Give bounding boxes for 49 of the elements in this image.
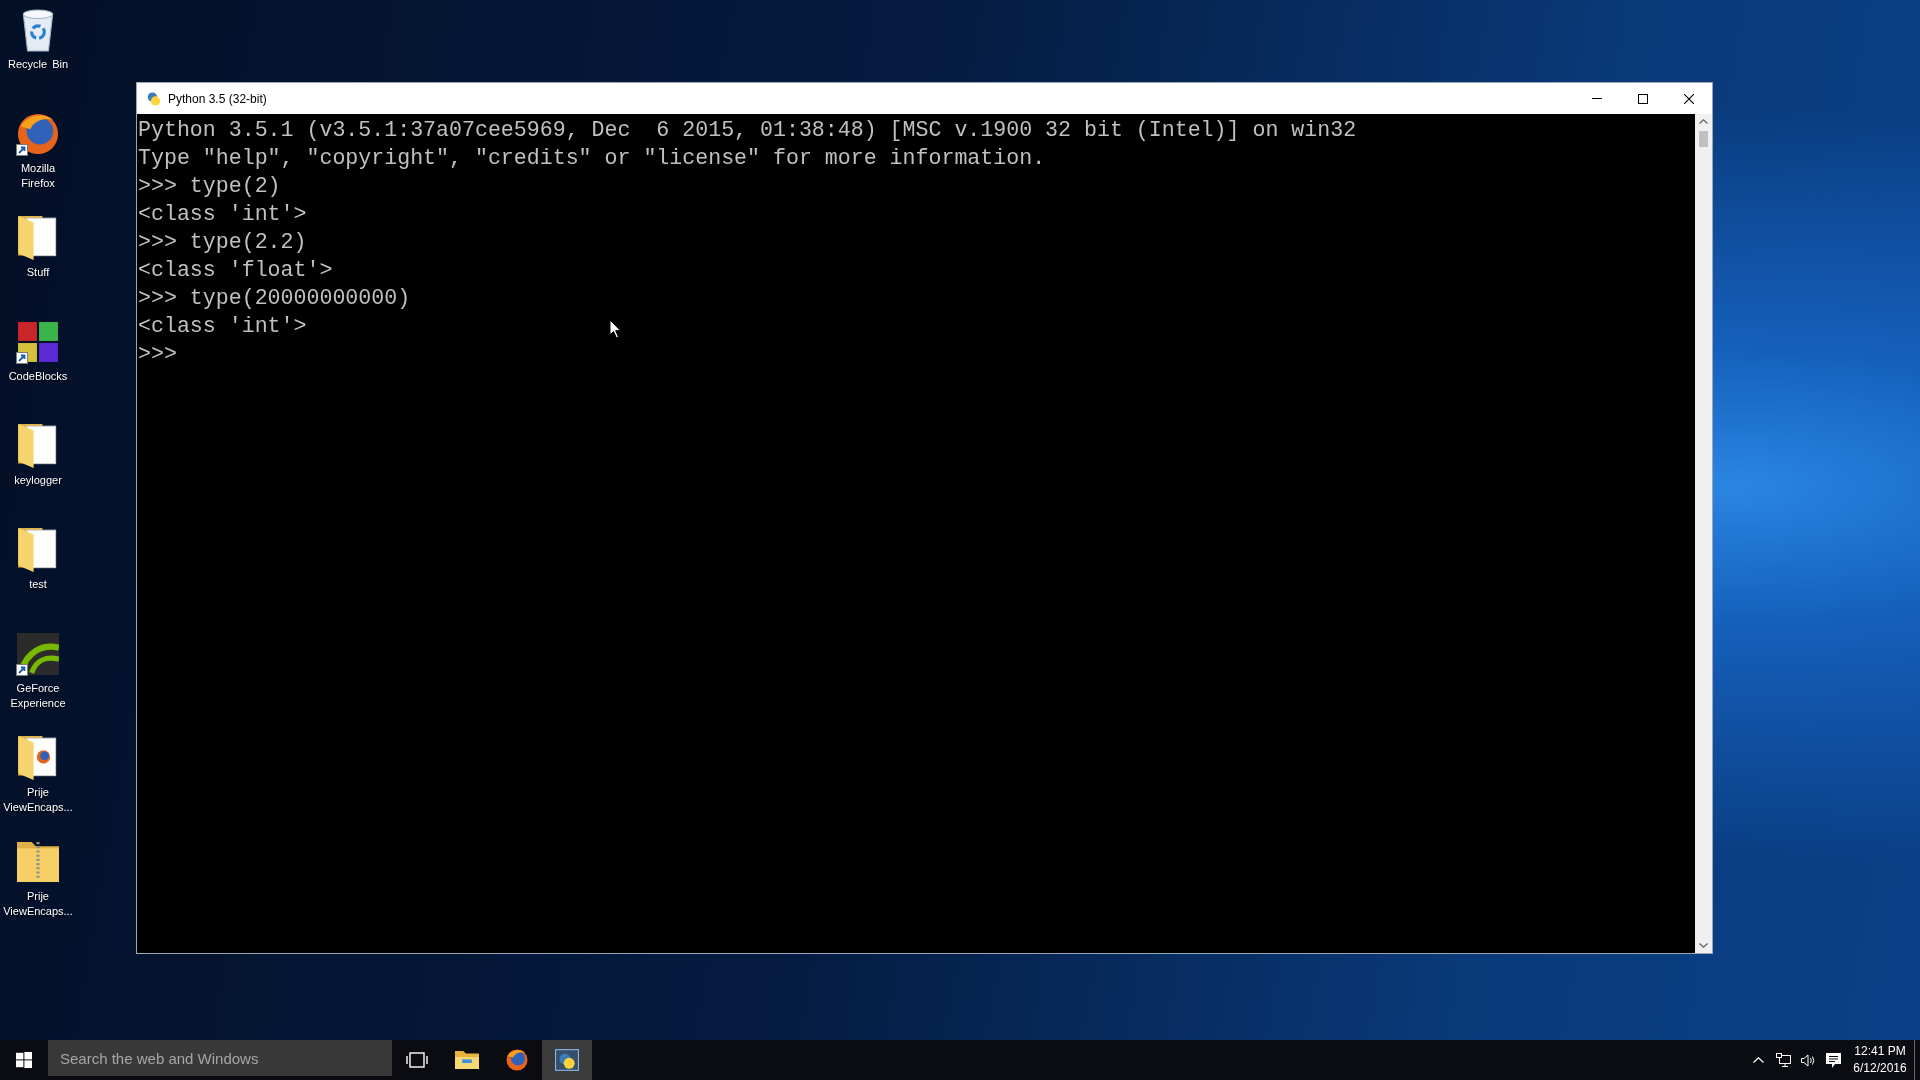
icon-label[interactable]: test (29, 577, 47, 592)
folder-icon (17, 424, 59, 468)
caret-down-icon[interactable] (1699, 943, 1708, 948)
four-squares-icon (17, 320, 59, 364)
fox-globe-icon (17, 112, 59, 156)
icon-label[interactable]: Recycle Bin (7, 57, 69, 72)
icon-label[interactable]: Prije ViewEncaps... (2, 889, 74, 919)
icon-label[interactable]: keylogger (14, 473, 62, 488)
console-line: >>> (138, 342, 177, 366)
close-icon (1684, 93, 1694, 104)
clock-time[interactable]: 12:41 PM (1854, 1043, 1906, 1060)
console-line: <class 'int'> (138, 202, 307, 226)
console-line: <class 'float'> (138, 258, 333, 282)
clock-date[interactable]: 6/12/2016 (1853, 1060, 1907, 1077)
console-snake-icon (555, 1049, 579, 1071)
icon-label[interactable]: GeForce Experience (2, 681, 74, 711)
four-panes-icon (16, 1052, 32, 1068)
console-line: >>> type(2) (138, 174, 281, 198)
icon-label[interactable]: Mozilla Firefox (2, 161, 74, 191)
maximize-icon (1638, 93, 1648, 104)
fox-globe-icon (506, 1049, 528, 1071)
scrollbar[interactable] (1695, 114, 1712, 953)
icon-label[interactable]: Prije ViewEncaps... (2, 785, 74, 815)
snake-logo-icon (147, 91, 161, 106)
mouse-pointer-icon (609, 319, 622, 339)
console-line: >>> type(20000000000) (138, 286, 411, 310)
taskbar-button[interactable] (542, 1040, 592, 1080)
folder-icon (17, 216, 59, 260)
caret-up-icon[interactable] (1699, 119, 1708, 124)
network-icon[interactable] (1776, 1053, 1791, 1067)
window-title: Python 3.5 (32-bit) (168, 90, 267, 108)
folder-icon (17, 736, 59, 780)
console-line: >>> type(2.2) (138, 230, 307, 254)
console-line: Python 3.5.1 (v3.5.1:37a07cee5969, Dec 6 2015, 01:38:48) [MSC v.1900 32 bit (Intel)] on win32 (138, 118, 1357, 142)
minimize-icon (1592, 98, 1602, 99)
icon-label[interactable]: CodeBlocks (8, 369, 68, 384)
folder-icon (17, 528, 59, 572)
eye-swirl-icon (17, 632, 59, 676)
chevron-up-icon (1753, 1057, 1764, 1063)
console-line: <class 'int'> (138, 314, 307, 338)
console-line: Type "help", "copyright", "credits" or "license" for more information. (138, 146, 1046, 170)
folder-icon (455, 1051, 479, 1069)
notifications-icon[interactable] (1826, 1052, 1841, 1068)
icon-label[interactable]: Stuff (26, 265, 50, 280)
search-field[interactable]: Search the web and Windows (48, 1040, 392, 1076)
zip-folder-icon (17, 840, 59, 884)
scrollbar-thumb[interactable] (1699, 131, 1708, 147)
volume-icon[interactable] (1801, 1053, 1816, 1067)
task-view-icon (406, 1052, 428, 1068)
